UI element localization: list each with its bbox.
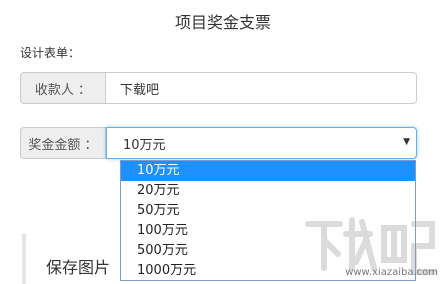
- amount-label: 奖金金额 ：: [20, 127, 106, 159]
- page-title: 项目奖金支票: [174, 13, 271, 32]
- payee-input[interactable]: 下载吧: [106, 72, 417, 104]
- form-section-label: 设计表单：: [20, 46, 81, 60]
- amount-select-value: 10万元: [123, 137, 166, 153]
- watermark-url: www.xiazaiba.com: [345, 267, 438, 278]
- chevron-down-icon[interactable]: ▼: [403, 137, 410, 147]
- save-image-panel: 保存图片: [22, 234, 136, 284]
- amount-input-group: 奖金金额 ： 10万元 ▼: [20, 127, 417, 159]
- amount-select[interactable]: 10万元 ▼: [106, 127, 417, 159]
- amount-option[interactable]: 10万元: [121, 161, 415, 181]
- payee-label: 收款人 ：: [20, 72, 106, 104]
- save-image-button[interactable]: 保存图片: [46, 254, 110, 278]
- amount-option[interactable]: 20万元: [121, 181, 415, 201]
- payee-input-group: 收款人 ： 下载吧: [20, 72, 417, 104]
